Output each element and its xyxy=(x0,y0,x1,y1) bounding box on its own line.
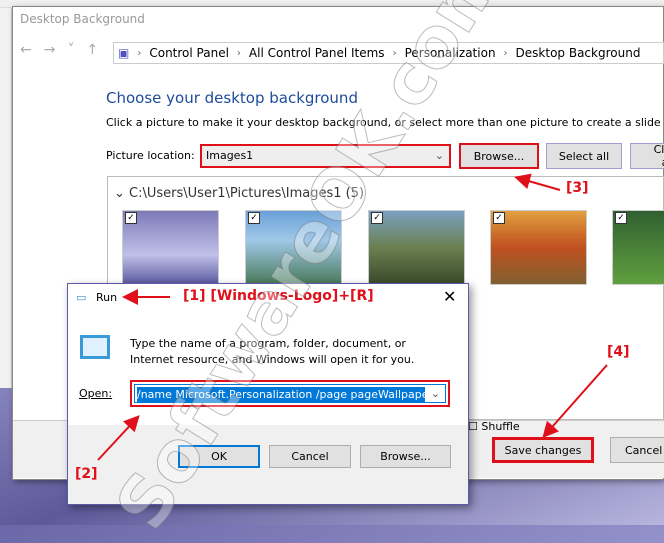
annotation-arrows xyxy=(97,173,608,461)
arrow-2 xyxy=(97,415,140,461)
arrow-3 xyxy=(514,173,561,191)
arrow-4 xyxy=(542,364,608,438)
